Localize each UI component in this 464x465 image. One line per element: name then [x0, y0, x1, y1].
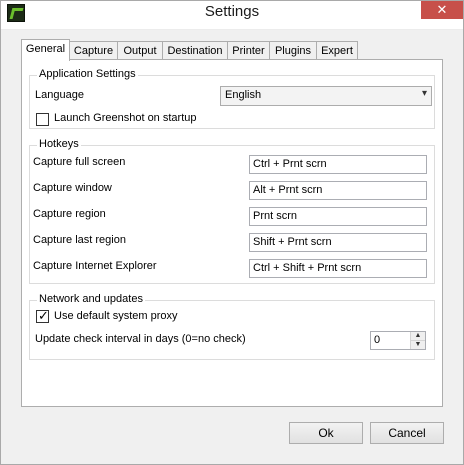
tab-capture[interactable]: Capture [69, 41, 118, 60]
application-settings-heading: Application Settings [37, 68, 138, 80]
update-interval-label: Update check interval in days (0=no chec… [35, 333, 246, 345]
tab-expert[interactable]: Expert [316, 41, 358, 60]
hotkey-label: Capture window [33, 182, 112, 194]
stepper-down-icon[interactable]: ▼ [411, 341, 425, 349]
use-system-proxy-checkbox[interactable]: ✓ [36, 308, 49, 323]
ok-button[interactable]: Ok [289, 422, 363, 444]
stepper-up-icon[interactable]: ▲ [411, 332, 425, 341]
hotkey-label: Capture Internet Explorer [33, 260, 157, 272]
language-value: English [225, 89, 262, 101]
tab-output[interactable]: Output [117, 41, 163, 60]
update-interval-stepper[interactable]: 0 ▲ ▼ [370, 331, 426, 350]
close-icon[interactable]: ✕ [421, 1, 463, 19]
cancel-button[interactable]: Cancel [370, 422, 444, 444]
hotkey-field-region[interactable]: Prnt scrn [249, 207, 427, 226]
tab-printer[interactable]: Printer [227, 41, 270, 60]
hotkey-field-last-region[interactable]: Shift + Prnt scrn [249, 233, 427, 252]
hotkeys-heading: Hotkeys [37, 138, 81, 150]
network-updates-heading: Network and updates [37, 293, 145, 305]
stepper-buttons: ▲ ▼ [410, 332, 425, 349]
update-interval-value: 0 [374, 334, 381, 346]
language-select[interactable]: English ▾ [220, 86, 432, 106]
language-label: Language [35, 89, 84, 101]
hotkey-field-internet-explorer[interactable]: Ctrl + Shift + Prnt scrn [249, 259, 427, 278]
hotkey-label: Capture full screen [33, 156, 126, 168]
hotkeys-group: Hotkeys Capture full screen Ctrl + Prnt … [29, 138, 435, 284]
launch-on-startup-label: Launch Greenshot on startup [54, 112, 197, 124]
settings-window: Settings ✕ General Capture Output Destin… [0, 0, 464, 465]
title-bar: Settings ✕ [1, 1, 463, 30]
launch-on-startup-checkbox[interactable] [36, 113, 49, 126]
tab-general[interactable]: General [21, 39, 70, 61]
tab-destination[interactable]: Destination [162, 41, 228, 60]
application-settings-group: Application Settings Language English ▾ … [29, 68, 435, 129]
network-updates-group: Network and updates ✓ Use default system… [29, 293, 435, 360]
chevron-down-icon: ▾ [421, 88, 427, 99]
use-system-proxy-label: Use default system proxy [54, 310, 178, 322]
general-tab-panel: Application Settings Language English ▾ … [21, 59, 443, 407]
tab-plugins[interactable]: Plugins [269, 41, 317, 60]
hotkey-label: Capture last region [33, 234, 126, 246]
hotkey-field-full-screen[interactable]: Ctrl + Prnt scrn [249, 155, 427, 174]
window-title: Settings [204, 3, 260, 20]
checkmark-icon: ✓ [38, 308, 49, 323]
hotkey-label: Capture region [33, 208, 106, 220]
hotkey-field-window[interactable]: Alt + Prnt scrn [249, 181, 427, 200]
